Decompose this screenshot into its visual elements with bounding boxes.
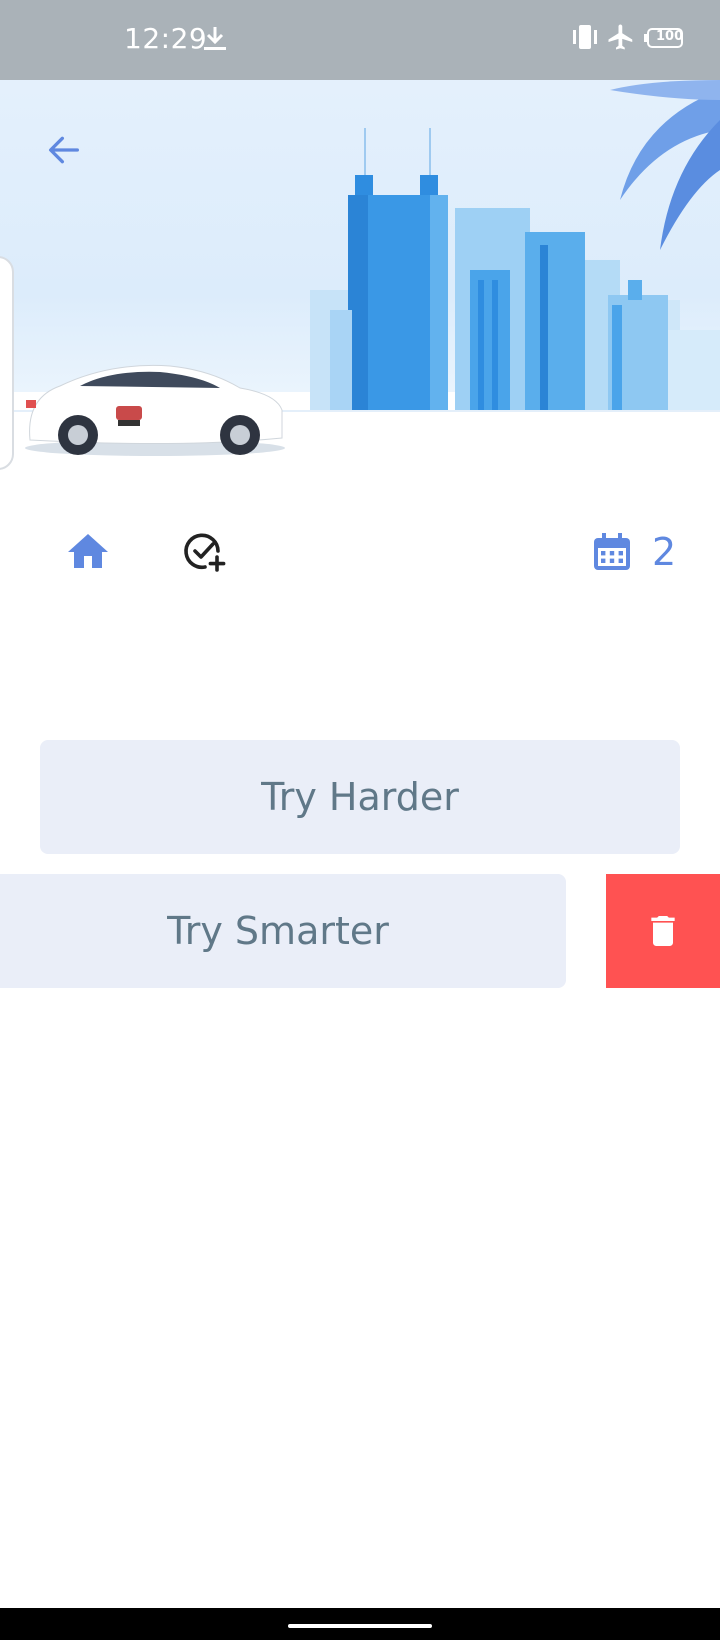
system-nav-bar (0, 1608, 720, 1640)
download-icon (202, 24, 228, 57)
task-label: Try Smarter (167, 909, 389, 953)
side-panel-handle[interactable] (0, 256, 14, 470)
status-time: 12:29 (124, 22, 208, 55)
airplane-mode-icon (606, 22, 636, 57)
calendar-button[interactable] (588, 528, 636, 576)
trash-icon (651, 916, 675, 946)
header-banner (0, 80, 720, 470)
city-skyline-illustration (0, 80, 720, 456)
battery-icon: 100 (644, 28, 684, 53)
back-button[interactable] (40, 126, 88, 174)
calendar-icon (594, 533, 630, 570)
status-bar: 12:29 100 (0, 0, 720, 80)
home-button[interactable] (64, 528, 112, 576)
home-indicator[interactable] (288, 1624, 432, 1628)
toolbar: 2 (0, 520, 720, 582)
add-task-button[interactable] (180, 528, 228, 576)
vibrate-icon (570, 24, 600, 55)
battery-level: 100 (656, 29, 684, 44)
car-illustration (25, 364, 285, 456)
back-arrow-icon (49, 136, 80, 164)
home-icon (68, 534, 108, 568)
check-circle-add-icon (184, 533, 226, 572)
task-item-try-smarter[interactable]: Try Smarter (0, 874, 566, 988)
task-item-try-harder[interactable]: Try Harder (40, 740, 680, 854)
delete-button[interactable] (606, 874, 720, 988)
calendar-count: 2 (652, 530, 677, 574)
task-label: Try Harder (261, 775, 459, 819)
